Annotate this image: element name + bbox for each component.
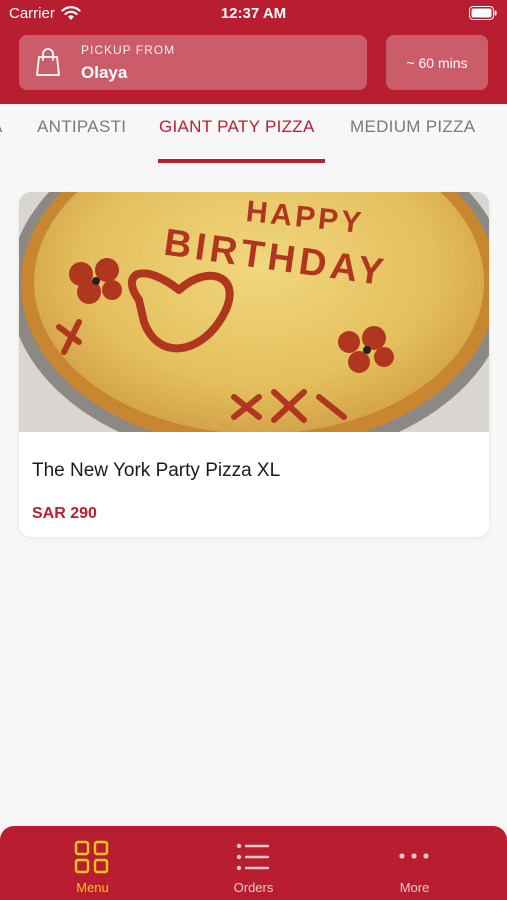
more-icon — [399, 853, 429, 859]
eta-button[interactable]: ~ 60 mins — [386, 35, 488, 90]
product-name: The New York Party Pizza XL — [32, 460, 281, 481]
eta-label: ~ 60 mins — [406, 54, 468, 71]
pickup-label: PICKUP FROM — [81, 43, 176, 57]
tab-more[interactable]: More — [330, 826, 499, 900]
tab-giant-paty-pizza[interactable]: GIANT PATY PIZZA — [159, 117, 315, 137]
category-tabs: A ANTIPASTI GIANT PATY PIZZA MEDIUM PIZZ… — [0, 104, 507, 168]
tab-orders[interactable]: Orders — [169, 826, 338, 900]
product-card[interactable]: HAPPY BIRTHDAY The New York Party Pizza … — [19, 192, 489, 537]
pickup-branch: Olaya — [81, 63, 128, 82]
active-tab-indicator — [158, 159, 325, 163]
tab-more-label: More — [399, 880, 430, 895]
tab-menu[interactable]: Menu — [8, 826, 177, 900]
tab-antipasti[interactable]: ANTIPASTI — [37, 117, 126, 137]
tab-category[interactable]: A — [0, 117, 3, 137]
product-image: HAPPY BIRTHDAY — [19, 192, 489, 432]
product-price: SAR 290 — [32, 505, 97, 522]
shopping-bag-icon — [36, 48, 60, 76]
clock: 12:37 AM — [220, 5, 287, 22]
battery-icon — [469, 6, 497, 20]
grid-icon — [74, 840, 109, 874]
pickup-location-selector[interactable]: PICKUP FROM Olaya — [19, 35, 367, 90]
list-icon — [236, 843, 270, 871]
bottom-tab-bar: Menu Orders More — [0, 826, 507, 900]
status-bar: Carrier 12:37 AM — [0, 0, 507, 28]
tab-orders-label: Orders — [233, 880, 274, 895]
tab-menu-label: Menu — [76, 880, 109, 895]
header: Carrier 12:37 AM PICKUP FROM Olaya ~ 60 … — [0, 0, 507, 104]
tab-medium-pizza[interactable]: MEDIUM PIZZA — [350, 117, 475, 137]
